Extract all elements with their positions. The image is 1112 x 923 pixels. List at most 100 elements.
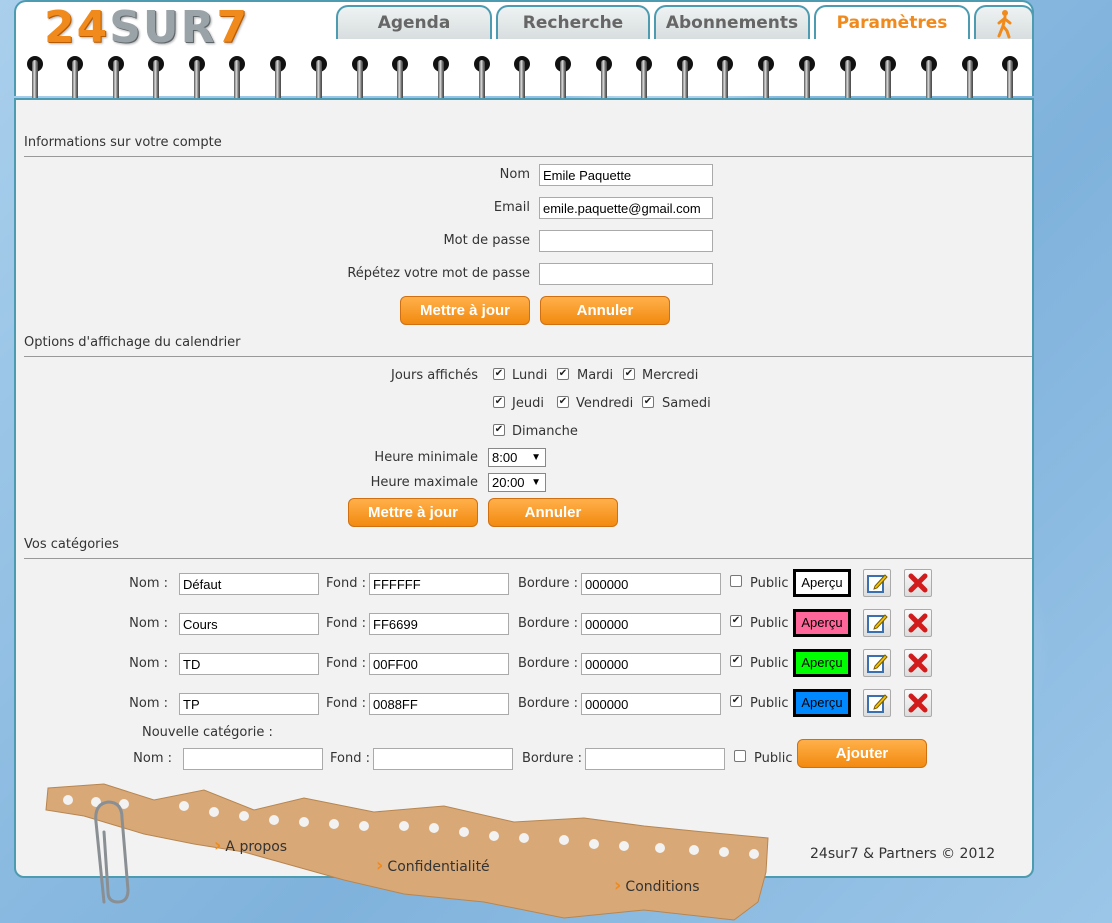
edit-category-button[interactable] — [863, 689, 891, 717]
calendar-cancel-button[interactable]: Annuler — [488, 498, 618, 527]
account-cancel-button[interactable]: Annuler — [540, 296, 670, 325]
category-border-input[interactable] — [581, 693, 721, 715]
copyright-text: 24sur7 & Partners © 2012 — [810, 846, 996, 862]
new-bg-label: Fond : — [330, 751, 370, 766]
new-category-name-input[interactable] — [183, 748, 323, 770]
name-label: Nom — [499, 167, 530, 182]
tab-agenda[interactable]: Agenda — [336, 5, 492, 39]
category-bg-label: Fond : — [326, 696, 366, 711]
public-label: Public — [750, 576, 789, 591]
footer-link-privacy[interactable]: › Confidentialité — [376, 855, 490, 876]
name-input[interactable] — [539, 164, 713, 186]
checkbox-mercredi[interactable]: ✔ — [623, 368, 635, 380]
checkbox-mardi[interactable]: ✔ — [557, 368, 569, 380]
category-border-input[interactable] — [581, 653, 721, 675]
category-name-input[interactable] — [179, 613, 319, 635]
category-public-checkbox[interactable]: ✔ — [730, 655, 742, 667]
chevron-right-icon: › — [214, 835, 222, 856]
add-category-button[interactable]: Ajouter — [797, 739, 927, 768]
category-border-input[interactable] — [581, 573, 721, 595]
close-icon — [908, 573, 928, 593]
day-label: Dimanche — [512, 424, 578, 439]
category-name-input[interactable] — [179, 573, 319, 595]
category-border-input[interactable] — [581, 613, 721, 635]
email-label: Email — [493, 200, 530, 215]
category-bg-input[interactable] — [369, 653, 509, 675]
new-name-label: Nom : — [133, 751, 172, 766]
edit-category-button[interactable] — [863, 649, 891, 677]
public-label: Public — [750, 656, 789, 671]
footer-link-label: Confidentialité — [387, 859, 490, 875]
delete-category-button[interactable] — [904, 689, 932, 717]
category-bg-input[interactable] — [369, 693, 509, 715]
category-preview: Aperçu — [793, 689, 851, 717]
chevron-right-icon: › — [614, 875, 622, 896]
tab-abonnements[interactable]: Abonnements — [654, 5, 810, 39]
edit-category-button[interactable] — [863, 569, 891, 597]
category-name-label: Nom : — [129, 656, 168, 671]
category-public-checkbox[interactable]: ✔ — [730, 615, 742, 627]
day-label: Mercredi — [642, 368, 699, 383]
day-label: Lundi — [512, 368, 548, 383]
divider — [24, 558, 1032, 559]
new-category-border-input[interactable] — [585, 748, 725, 770]
divider — [24, 356, 1032, 357]
max-hour-label: Heure maximale — [370, 475, 478, 490]
repeat-password-input[interactable] — [539, 263, 713, 285]
delete-category-button[interactable] — [904, 569, 932, 597]
checkbox-lundi[interactable]: ✔ — [493, 368, 505, 380]
walking-person-icon — [997, 10, 1012, 39]
dropdown-arrow-icon: ▼ — [531, 477, 541, 488]
torn-paper-decoration — [45, 783, 769, 921]
min-hour-select[interactable]: 8:00 ▼ — [488, 448, 546, 467]
tab-recherche[interactable]: Recherche — [496, 5, 650, 39]
new-border-label: Bordure : — [521, 751, 582, 766]
checkbox-samedi[interactable]: ✔ — [642, 396, 654, 408]
category-border-label: Bordure : — [517, 616, 578, 631]
dropdown-arrow-icon: ▼ — [531, 452, 541, 463]
category-border-label: Bordure : — [517, 696, 578, 711]
section-title-account: Informations sur votre compte — [24, 135, 222, 150]
category-bg-label: Fond : — [326, 656, 366, 671]
public-label: Public — [754, 751, 793, 766]
category-bg-input[interactable] — [369, 573, 509, 595]
category-border-label: Bordure : — [517, 656, 578, 671]
checkbox-dimanche[interactable]: ✔ — [493, 424, 505, 436]
delete-category-button[interactable] — [904, 609, 932, 637]
day-label: Samedi — [662, 396, 711, 411]
edit-icon — [867, 694, 888, 713]
calendar-update-button[interactable]: Mettre à jour — [348, 498, 478, 527]
new-category-public-checkbox[interactable] — [734, 750, 746, 762]
tab-parametres[interactable]: Paramètres — [814, 5, 970, 39]
category-public-checkbox[interactable]: ✔ — [730, 695, 742, 707]
day-label: Jeudi — [512, 396, 544, 411]
chevron-right-icon: › — [376, 855, 384, 876]
category-bg-input[interactable] — [369, 613, 509, 635]
category-public-checkbox[interactable] — [730, 575, 742, 587]
category-name-input[interactable] — [179, 693, 319, 715]
footer-link-terms[interactable]: › Conditions — [614, 875, 700, 896]
days-label: Jours affichés — [391, 368, 478, 383]
day-label: Mardi — [577, 368, 614, 383]
edit-icon — [867, 654, 888, 673]
category-border-label: Bordure : — [517, 576, 578, 591]
delete-category-button[interactable] — [904, 649, 932, 677]
category-name-input[interactable] — [179, 653, 319, 675]
new-category-bg-input[interactable] — [373, 748, 513, 770]
checkbox-vendredi[interactable]: ✔ — [557, 396, 569, 408]
logo[interactable]: 24SUR7 — [44, 4, 304, 52]
new-category-title: Nouvelle catégorie : — [142, 725, 273, 740]
category-name-label: Nom : — [129, 616, 168, 631]
max-hour-select[interactable]: 20:00 ▼ — [488, 473, 546, 492]
email-input[interactable] — [539, 197, 713, 219]
footer-link-about[interactable]: › A propos — [214, 835, 287, 856]
checkbox-jeudi[interactable]: ✔ — [493, 396, 505, 408]
close-icon — [908, 613, 928, 633]
edit-category-button[interactable] — [863, 609, 891, 637]
account-update-button[interactable]: Mettre à jour — [400, 296, 530, 325]
category-preview: Aperçu — [793, 569, 851, 597]
password-input[interactable] — [539, 230, 713, 252]
close-icon — [908, 693, 928, 713]
category-bg-label: Fond : — [326, 616, 366, 631]
logout-button[interactable] — [974, 5, 1034, 39]
